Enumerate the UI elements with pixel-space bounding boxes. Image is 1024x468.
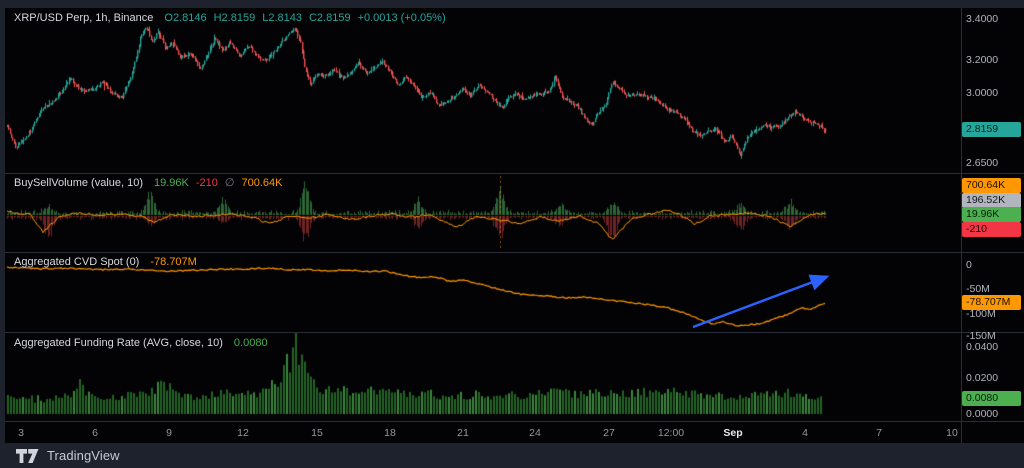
axis-value-badge: 196.52K bbox=[962, 193, 1021, 208]
axis-value-badge: 700.64K bbox=[962, 178, 1021, 193]
bottom-toolbar: TradingView bbox=[0, 443, 1024, 468]
axis-value-badge: -210 bbox=[962, 222, 1021, 237]
axis-value-badge: 0.0080 bbox=[962, 391, 1021, 406]
axis-value-badge: 2.8159 bbox=[962, 122, 1021, 137]
watermark-label[interactable]: TradingView bbox=[47, 448, 120, 463]
axis-value-badge: -78.707M bbox=[962, 295, 1021, 310]
trend-arrow-annotation[interactable] bbox=[0, 0, 1024, 468]
axis-value-badge: 19.96K bbox=[962, 207, 1021, 222]
arrow-icon[interactable] bbox=[693, 277, 826, 327]
tradingview-logo-icon[interactable] bbox=[16, 449, 39, 463]
tradingview-chart-window: XRP/USD Perp, 1h, BinanceO2.8146H2.8159L… bbox=[0, 0, 1024, 468]
